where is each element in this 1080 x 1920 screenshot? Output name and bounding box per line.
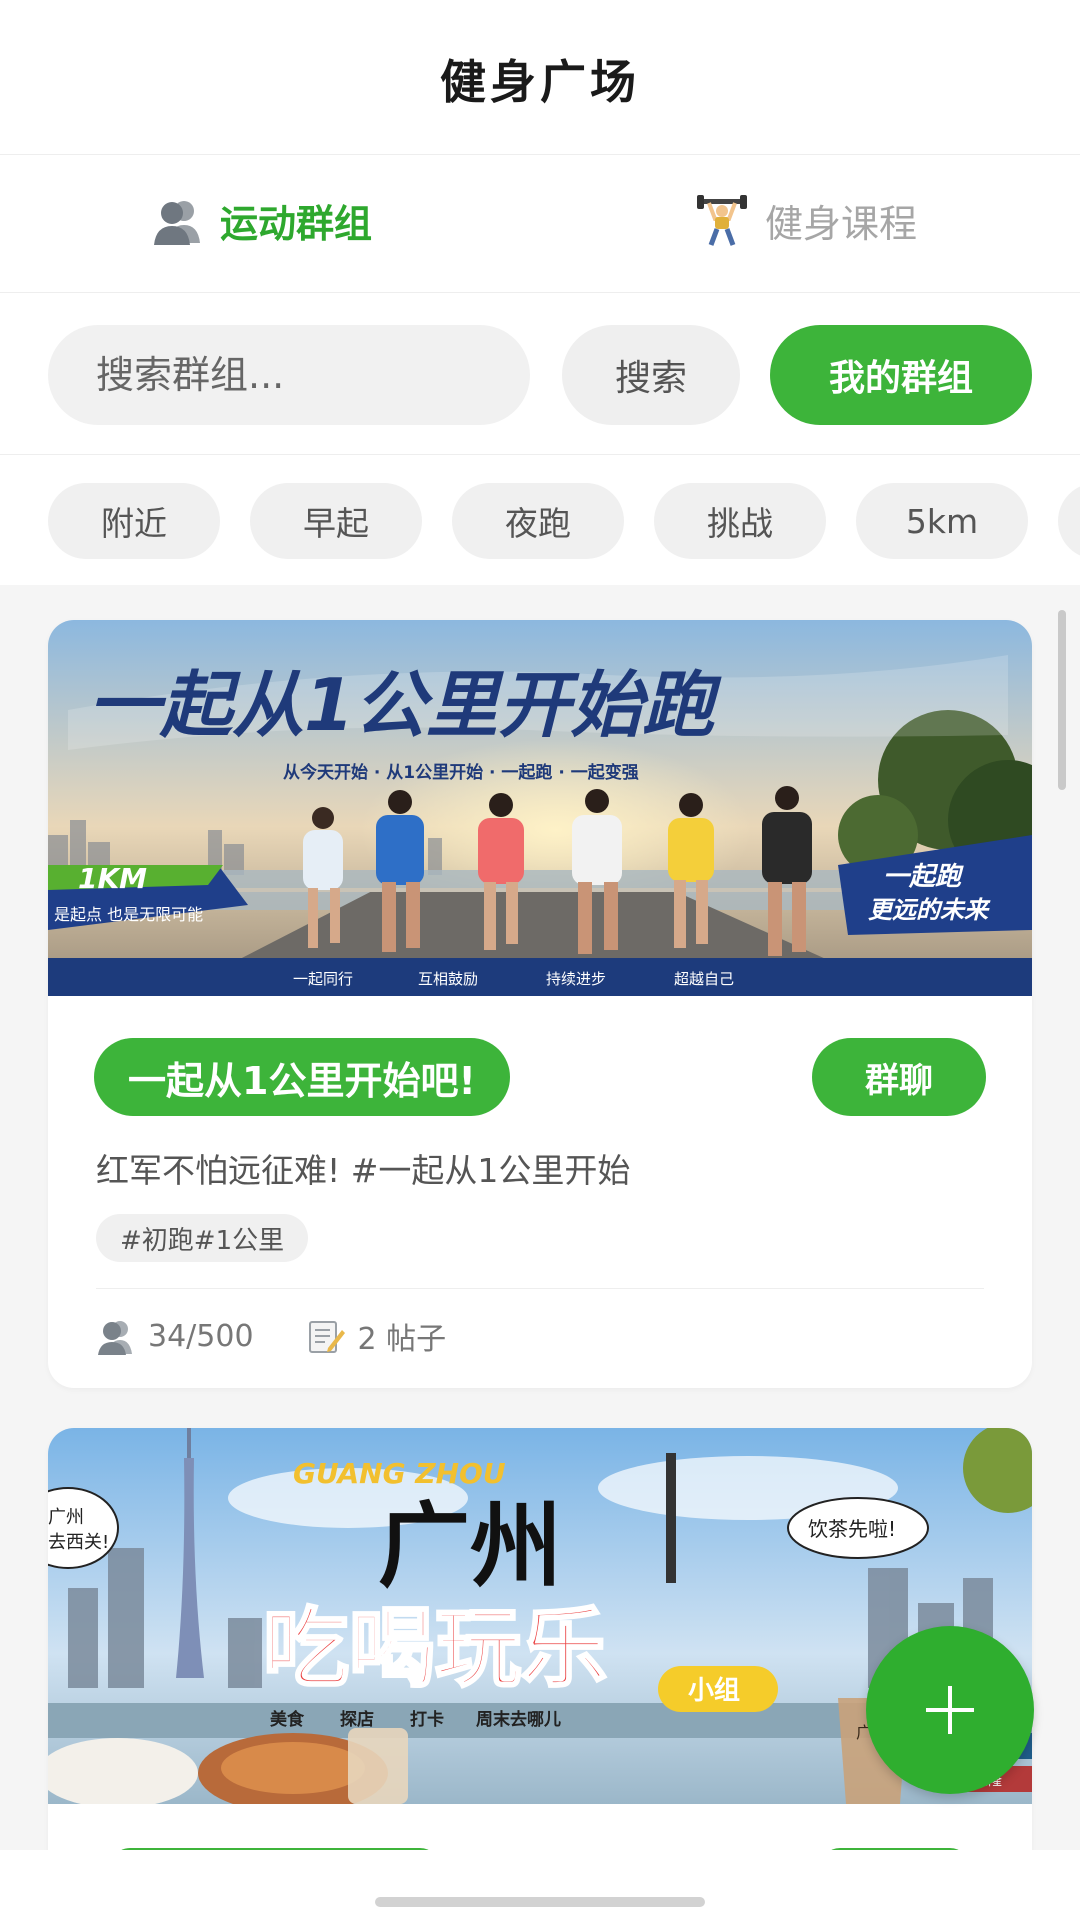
banner-footer-item: 持续进步 xyxy=(546,970,606,988)
search-row: 搜索 我的群组 xyxy=(0,293,1080,455)
tab-label: 健身课程 xyxy=(765,201,918,246)
banner-footer-item: 美食 xyxy=(270,1709,305,1730)
banner-headline: 一起从1公里开始跑 xyxy=(88,663,722,747)
banner-badge-1km: 1KM xyxy=(78,862,147,895)
banner-bubble-tea: 饮茶先啦! xyxy=(808,1517,896,1541)
banner-footer-item: 互相鼓励 xyxy=(418,970,478,988)
group-tag[interactable]: #初跑#1公里 xyxy=(96,1214,309,1262)
post-count: 2 帖子 xyxy=(306,1314,447,1358)
group-name-badge[interactable]: 一起从1公里开始吧! xyxy=(94,1038,510,1116)
filter-chip-challenge[interactable]: 挑战 xyxy=(654,483,826,559)
banner-footer-item: 周末去哪儿 xyxy=(476,1709,561,1730)
banner-top-text: GUANG ZHOU xyxy=(293,1457,506,1490)
create-group-fab[interactable] xyxy=(866,1626,1034,1794)
banner-title-1: 广州 xyxy=(378,1493,562,1600)
group-banner-image: 一起从1公里开始跑 从今天开始 · 从1公里开始 · 一起跑 · 一起变强 1K… xyxy=(48,620,1032,996)
banner-badge-group: 小组 xyxy=(688,1675,740,1706)
banner-slogan-2: 更远的未来 xyxy=(868,896,991,924)
banner-footer-item: 一起同行 xyxy=(293,970,353,988)
search-input[interactable] xyxy=(48,325,530,425)
group-chat-button[interactable]: 群聊 xyxy=(812,1038,986,1116)
search-button[interactable]: 搜索 xyxy=(562,325,740,425)
filter-chip-early[interactable]: 早起 xyxy=(250,483,422,559)
system-bottom-bar xyxy=(0,1850,1080,1920)
banner-footer-item: 探店 xyxy=(340,1709,374,1730)
plus-icon xyxy=(926,1686,974,1734)
tab-fitness-courses[interactable]: 健身课程 xyxy=(695,185,917,255)
banner-title-2: 吃喝玩乐 xyxy=(263,1599,607,1699)
app-header: 健身广场 xyxy=(0,0,1080,155)
banner-footer-item: 超越自己 xyxy=(674,970,734,988)
banner-left-bubble-2: 去西关! xyxy=(48,1532,109,1553)
filter-chip-nearby[interactable]: 附近 xyxy=(48,483,220,559)
group-stats: 34/500 2 帖子 xyxy=(96,1314,498,1358)
my-groups-button[interactable]: 我的群组 xyxy=(770,325,1032,425)
divider xyxy=(96,1288,984,1289)
page-title: 健身广场 xyxy=(440,55,640,109)
weightlifter-icon xyxy=(697,195,747,246)
home-indicator[interactable] xyxy=(375,1897,705,1907)
filter-chip-more[interactable] xyxy=(1058,483,1080,559)
banner-slogan-1: 一起跑 xyxy=(883,862,964,892)
post-count-value: 2 帖子 xyxy=(357,1322,447,1357)
group-card[interactable]: GUANG ZHOU 广州 吃喝玩乐 小组 饮茶先啦! 广州 去西关! 美食 探… xyxy=(48,1428,1032,1850)
banner-subline: 从今天开始 · 从1公里开始 · 一起跑 · 一起变强 xyxy=(283,762,639,783)
banner-footer-item: 打卡 xyxy=(410,1709,444,1730)
member-count: 34/500 xyxy=(96,1316,254,1356)
group-description: 红军不怕远征难! #一起从1公里开始 xyxy=(96,1151,631,1190)
filter-chip-night-run[interactable]: 夜跑 xyxy=(452,483,624,559)
tab-label: 运动群组 xyxy=(220,201,373,246)
tab-bar: 运动群组 健身课程 xyxy=(0,155,1080,413)
filter-chip-5km[interactable]: 5km xyxy=(856,483,1028,559)
group-card[interactable]: 一起从1公里开始跑 从今天开始 · 从1公里开始 · 一起跑 · 一起变强 1K… xyxy=(48,620,1032,1388)
banner-badge-sub: 是起点 也是无限可能 xyxy=(54,905,203,924)
scrollbar[interactable] xyxy=(1058,610,1066,790)
banner-left-bubble-1: 广州 xyxy=(48,1507,84,1528)
member-count-value: 34/500 xyxy=(148,1318,254,1354)
tab-sport-groups[interactable]: 运动群组 xyxy=(150,185,372,255)
filter-chips: 附近 早起 夜跑 挑战 5km xyxy=(0,455,1080,585)
members-icon xyxy=(98,1321,132,1355)
memo-icon xyxy=(308,1321,345,1353)
person-group-icon xyxy=(154,201,200,245)
